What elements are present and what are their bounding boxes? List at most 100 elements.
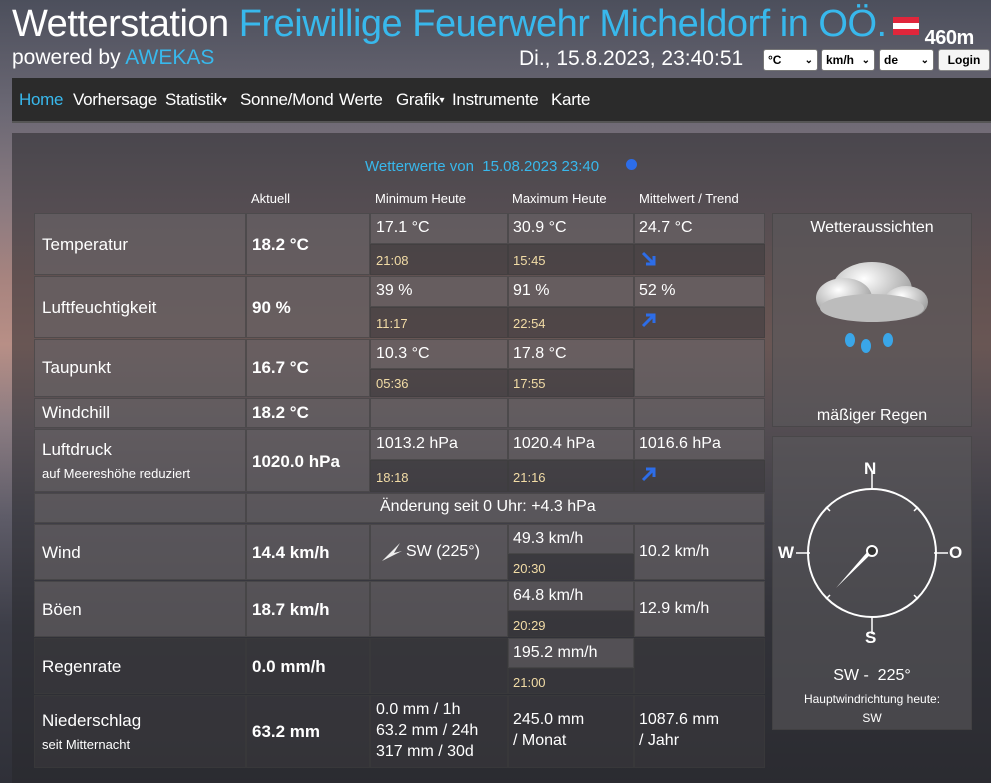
rainrate-label: Regenrate [42, 657, 122, 676]
wind-avg: 10.2 km/h [639, 543, 710, 560]
caret-down-icon: ▾ [221, 95, 227, 107]
temperature-min: 17.1 °C [376, 219, 430, 236]
title-prefix: Wetterstation [12, 3, 229, 45]
pressure-max-time: 21:16 [513, 470, 546, 485]
language-value: de [884, 53, 899, 67]
pressure-avg: 1016.6 hPa [639, 435, 721, 452]
temp-unit-value: °C [768, 53, 782, 67]
min-cell [370, 638, 508, 694]
chevron-down-icon: ⌄ [804, 54, 813, 66]
gusts-max-time: 20:29 [513, 618, 546, 633]
precip-month-value: 245.0 mm [513, 711, 585, 728]
precip-year-label: / Jahr [639, 732, 680, 749]
nav-stats[interactable]: Statistik▾ [165, 90, 227, 110]
compass-south: S [865, 628, 877, 647]
dewpoint-max: 17.8 °C [513, 345, 567, 362]
live-indicator-icon [626, 159, 637, 170]
row-label-cell [34, 493, 246, 523]
compass-reading: SW - 225° [833, 667, 911, 684]
forecast-condition: mäßiger Regen [816, 407, 928, 424]
precip-current: 63.2 mm [252, 722, 321, 741]
wind-max-time: 20:30 [513, 561, 546, 576]
col-min: Minimum Heute [375, 191, 467, 206]
current-datetime: Di., 15.8.2023, 23:40:51 [519, 47, 744, 70]
temperature-max: 30.9 °C [513, 219, 567, 236]
pressure-change: Änderung seit 0 Uhr: +4.3 hPa [380, 498, 596, 515]
awekas-link[interactable]: AWEKAS [125, 46, 214, 69]
compass-north: N [864, 459, 877, 478]
precip-year-value: 1087.6 mm [639, 711, 720, 728]
humidity-label: Luftfeuchtigkeit [42, 298, 157, 317]
windchill-current: 18.2 °C [252, 403, 309, 422]
austria-flag-icon [892, 17, 919, 35]
rainrate-max: 195.2 mm/h [513, 644, 598, 661]
nav-forecast[interactable]: Vorhersage [73, 90, 157, 110]
rain-cloud-icon [816, 262, 928, 353]
dewpoint-max-time: 17:55 [513, 376, 546, 391]
precip-sublabel: seit Mitternacht [42, 737, 131, 752]
summary-title-text: Wetterwerte von [365, 158, 474, 175]
wind-unit-select[interactable]: km/h ⌄ [821, 49, 875, 71]
nav-graphs-label: Grafik [396, 90, 440, 109]
avg-cell [634, 638, 765, 694]
wind-direction-arrow-icon [382, 543, 402, 561]
language-select[interactable]: de ⌄ [879, 49, 934, 71]
caret-down-icon: ▾ [439, 95, 445, 107]
avg-cell [634, 398, 765, 428]
nav-graphs[interactable]: Grafik▾ [396, 90, 445, 110]
login-button[interactable]: Login [938, 49, 990, 71]
trend-up-icon [641, 467, 656, 482]
nav-instruments[interactable]: Instrumente [452, 90, 539, 110]
min-cell [370, 581, 508, 637]
summary-date: 15.08.2023 23:40 [482, 158, 600, 175]
chevron-down-icon: ⌄ [861, 54, 870, 66]
temperature-avg: 24.7 °C [639, 219, 693, 236]
compass-west: W [778, 543, 795, 562]
gusts-label: Böen [42, 600, 82, 619]
nav-sun-moon[interactable]: Sonne/Mond [240, 90, 334, 110]
gusts-avg: 12.9 km/h [639, 600, 710, 617]
wind-label: Wind [42, 543, 81, 562]
pressure-max: 1020.4 hPa [513, 435, 595, 452]
max-cell [508, 398, 634, 428]
precip-24h: 63.2 mm / 24h [376, 722, 479, 739]
wind-current: 14.4 km/h [252, 543, 330, 562]
humidity-max-time: 22:54 [513, 316, 546, 331]
main-direction-label: Hauptwindrichtung heute: [803, 692, 941, 706]
humidity-avg: 52 % [639, 282, 676, 299]
trend-down-icon [641, 251, 656, 266]
nav-map[interactable]: Karte [551, 90, 590, 110]
col-max: Maximum Heute [512, 191, 607, 206]
pressure-label: Luftdruck auf Meereshöhe reduziert [42, 440, 190, 481]
humidity-max: 91 % [513, 282, 550, 299]
nav-home[interactable]: Home [19, 90, 63, 110]
precip-label-text: Niederschlag [42, 711, 142, 730]
pressure-current: 1020.0 hPa [252, 452, 340, 471]
powered-by: powered by AWEKAS [12, 46, 214, 70]
chevron-down-icon: ⌄ [920, 54, 929, 66]
main-direction-value: SW [862, 711, 882, 725]
avg-cell [634, 339, 765, 397]
gusts-max: 64.8 km/h [513, 587, 584, 604]
wind-unit-value: km/h [826, 53, 855, 67]
rainrate-current: 0.0 mm/h [252, 657, 326, 676]
wind-direction: SW (225°) [406, 543, 480, 560]
pressure-min: 1013.2 hPa [376, 435, 458, 452]
temperature-max-time: 15:45 [513, 253, 546, 268]
windchill-label: Windchill [42, 403, 111, 422]
temperature-min-time: 21:08 [376, 253, 409, 268]
precip-month-label: / Monat [513, 732, 567, 749]
precip-30d: 317 mm / 30d [376, 743, 474, 760]
temperature-label: Temperatur [42, 235, 128, 254]
gusts-current: 18.7 km/h [252, 600, 330, 619]
temp-unit-select[interactable]: °C ⌄ [763, 49, 818, 71]
rainrate-max-time: 21:00 [513, 675, 546, 690]
humidity-min: 39 % [376, 282, 413, 299]
col-avg: Mittelwert / Trend [639, 191, 739, 206]
wind-max: 49.3 km/h [513, 530, 584, 547]
dewpoint-min: 10.3 °C [376, 345, 430, 362]
forecast-title: Wetteraussichten [810, 219, 934, 236]
nav-values[interactable]: Werte [339, 90, 383, 110]
station-name: Freiwillige Feuerwehr Micheldorf in OÖ. [238, 3, 887, 45]
trend-up-icon [641, 313, 656, 328]
